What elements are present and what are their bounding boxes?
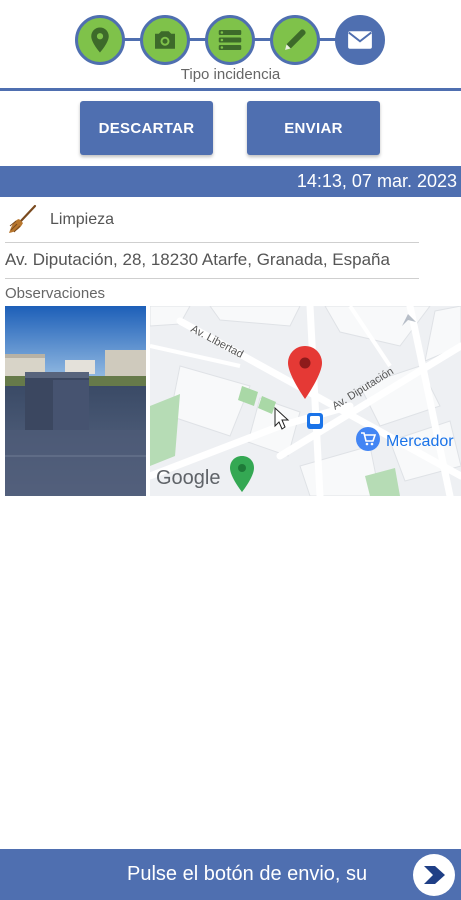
shopping-cart-icon	[356, 427, 380, 451]
step-type[interactable]	[205, 15, 255, 65]
observations-label: Observaciones	[5, 285, 106, 302]
step-caption: Tipo incidencia	[180, 66, 281, 83]
step-location[interactable]	[75, 15, 125, 65]
datetime-bar: 14:13, 07 mar. 2023	[0, 166, 461, 197]
footer-message: Pulse el botón de envio, su	[127, 863, 368, 885]
discard-button[interactable]: DESCARTAR	[80, 101, 213, 155]
step-description[interactable]	[270, 15, 320, 65]
divider	[5, 278, 419, 279]
next-button[interactable]	[413, 854, 455, 896]
header-divider	[0, 88, 461, 91]
footer-bar: Pulse el botón de envio, su	[0, 849, 461, 900]
place-label: Mercador	[386, 433, 454, 450]
category-label: Limpieza	[50, 211, 115, 228]
location-pin-icon	[91, 27, 109, 53]
progress-stepper	[0, 12, 461, 65]
camera-icon	[155, 31, 175, 49]
envelope-icon	[348, 31, 372, 49]
send-button[interactable]: ENVIAR	[247, 101, 380, 155]
chevron-right-icon	[424, 866, 445, 884]
address-text: Av. Diputación, 28, 18230 Atarfe, Granad…	[5, 250, 390, 269]
pencil-icon	[285, 29, 306, 50]
broom-icon	[9, 204, 37, 233]
incident-photo[interactable]	[5, 306, 146, 496]
google-logo: Google	[156, 467, 221, 489]
location-map[interactable]: Av. Libertad Av. Diputación Mercador Goo…	[150, 306, 461, 496]
datetime-text: 14:13, 07 mar. 2023	[296, 171, 457, 191]
divider	[5, 242, 419, 243]
incident-category: Limpieza	[6, 202, 114, 238]
step-send[interactable]	[335, 15, 385, 65]
list-icon	[218, 30, 242, 50]
step-photo[interactable]	[140, 15, 190, 65]
